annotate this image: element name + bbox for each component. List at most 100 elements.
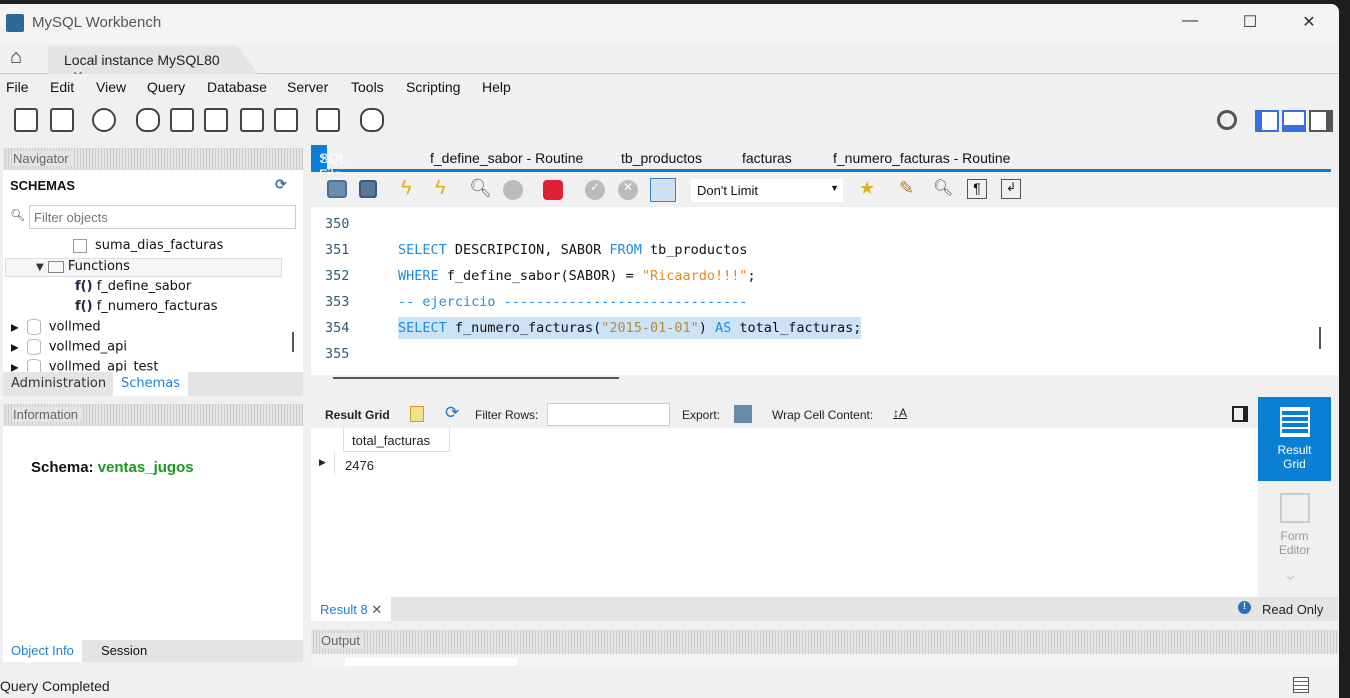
filter-objects-input[interactable] xyxy=(29,205,296,229)
wrap-cell-icon[interactable]: ↕A xyxy=(893,406,907,420)
reconnect-icon[interactable] xyxy=(360,108,384,132)
tab-administration[interactable]: Administration xyxy=(11,376,106,391)
output-toggle-icon[interactable] xyxy=(1293,677,1309,693)
menu-scripting[interactable]: Scripting xyxy=(406,79,460,95)
toggle-output-icon[interactable] xyxy=(1282,110,1306,132)
rollback-icon[interactable]: ✕ xyxy=(618,180,638,200)
close-button[interactable]: ✕ xyxy=(1294,12,1324,32)
menu-edit[interactable]: Edit xyxy=(50,79,74,95)
filter-rows-input[interactable] xyxy=(547,403,670,426)
form-editor-side-button[interactable]: Form Editor xyxy=(1258,489,1331,559)
navigator-header: Navigator xyxy=(3,148,303,170)
tab-routine-define-sabor[interactable]: f_define_sabor - Routine xyxy=(430,150,583,166)
export-label: Export: xyxy=(682,408,721,422)
beautify-icon[interactable]: ✎ xyxy=(899,178,914,199)
toggle-panel-icon[interactable] xyxy=(1232,406,1248,422)
tree-item-functions[interactable]: ▼ Functions xyxy=(5,258,282,277)
scroll-down-icon[interactable]: ⌄ xyxy=(1283,564,1298,585)
wrap-cell-label: Wrap Cell Content: xyxy=(772,408,874,422)
commit-icon[interactable]: ✓ xyxy=(585,180,605,200)
code-comment: -- ejercicio ---------------------------… xyxy=(398,294,748,310)
refresh-icon[interactable]: ⟳ xyxy=(445,403,459,423)
create-procedure-icon[interactable] xyxy=(240,108,264,132)
tree-item-function[interactable]: f() f_numero_facturas xyxy=(75,299,218,314)
minimize-button[interactable]: — xyxy=(1175,12,1205,30)
editor-tabs: SQL File 7* ✕ f_define_sabor - Routine t… xyxy=(311,145,1331,198)
maximize-button[interactable]: ☐ xyxy=(1235,12,1265,32)
create-schema-icon[interactable] xyxy=(136,108,160,132)
inspector-icon[interactable] xyxy=(92,108,116,132)
result-grid-side-button[interactable]: Result Grid xyxy=(1258,397,1331,481)
toggle-error-icon[interactable] xyxy=(543,180,563,200)
create-function-icon[interactable] xyxy=(274,108,298,132)
editor-vscrollbar[interactable] xyxy=(1319,327,1321,349)
tab-sql-file[interactable]: SQL File 7* ✕ xyxy=(311,145,347,198)
tab-routine-numero-facturas[interactable]: f_numero_facturas - Routine xyxy=(833,150,1010,166)
menu-file[interactable]: File xyxy=(6,79,29,95)
close-icon[interactable]: ✕ xyxy=(319,150,331,167)
output-header: Output xyxy=(311,630,1338,654)
wrap-lines-icon[interactable]: ↲ xyxy=(1001,179,1021,199)
tree-item-procedure[interactable]: suma_dias_facturas xyxy=(73,238,223,253)
menu-help[interactable]: Help xyxy=(482,79,511,95)
menu-database[interactable]: Database xyxy=(207,79,267,95)
connection-tab[interactable]: Local instance MySQL80 ✕ xyxy=(48,46,258,74)
tab-session[interactable]: Session xyxy=(101,643,147,658)
tab-tb-productos[interactable]: tb_productos xyxy=(621,150,702,166)
refresh-icon[interactable]: ⟳ xyxy=(275,176,287,193)
sql-editor[interactable]: 350 351 352 353 354 355 SELECT DESCRIPCI… xyxy=(311,207,1338,375)
info-icon: ! xyxy=(1238,601,1251,614)
tree-item-schema[interactable]: ▶ vollmed_api xyxy=(11,339,127,355)
settings-icon[interactable] xyxy=(1217,110,1237,130)
tab-object-info[interactable]: Object Info xyxy=(3,640,82,662)
close-icon[interactable]: ✕ xyxy=(371,602,382,617)
explain-icon[interactable]: 🔍︎ xyxy=(469,178,492,199)
menu-view[interactable]: View xyxy=(96,79,126,95)
table-cell[interactable]: 2476 xyxy=(345,458,374,473)
open-file-icon[interactable] xyxy=(327,180,347,198)
output-select[interactable] xyxy=(345,658,517,666)
result-grid: total_facturas ▶ 2476 xyxy=(311,428,1258,601)
invisible-chars-icon[interactable]: ¶ xyxy=(967,179,987,199)
grid-icon[interactable] xyxy=(410,406,424,422)
tree-item-function[interactable]: f() f_define_sabor xyxy=(75,279,191,294)
tab-schemas[interactable]: Schemas xyxy=(113,372,189,396)
open-sql-script-icon[interactable] xyxy=(50,108,74,132)
limit-select[interactable]: Don't Limit ▼ xyxy=(691,179,843,202)
menu-query[interactable]: Query xyxy=(147,79,185,95)
information-header: Information xyxy=(3,404,303,426)
toggle-secondary-sidebar-icon[interactable] xyxy=(1309,110,1333,132)
create-table-icon[interactable] xyxy=(170,108,194,132)
column-header[interactable]: total_facturas xyxy=(343,428,450,452)
menu-server[interactable]: Server xyxy=(287,79,328,95)
execute-icon[interactable]: ϟ xyxy=(401,177,412,200)
home-icon[interactable]: ⌂ xyxy=(10,46,22,69)
code-line: SELECT DESCRIPCION, SABOR FROM tb_produc… xyxy=(398,242,748,258)
line-number: 351 xyxy=(325,242,350,258)
create-view-icon[interactable] xyxy=(204,108,228,132)
export-icon[interactable] xyxy=(734,405,752,423)
expanded-arrow-icon: ▼ xyxy=(36,262,44,273)
search-table-data-icon[interactable] xyxy=(316,108,340,132)
editor-toolbar: ϟ ϟ 🔍︎ ✓ ✕ Don't Limit ▼ ★ ✎ 🔍︎ ¶ ↲ xyxy=(311,174,1331,206)
editor-hscrollbar[interactable] xyxy=(333,377,619,379)
toggle-sidebar-icon[interactable] xyxy=(1255,110,1279,132)
execute-current-icon[interactable]: ϟ xyxy=(435,177,446,200)
result-grid-label: Result Grid xyxy=(325,408,390,422)
menu-tools[interactable]: Tools xyxy=(351,79,384,95)
save-icon[interactable] xyxy=(359,180,377,198)
tab-result[interactable]: Result 8 ✕ xyxy=(311,597,392,621)
connection-tabs: ⌂ Local instance MySQL80 ✕ xyxy=(0,44,1339,74)
row-selector-icon[interactable]: ▶ xyxy=(311,452,335,475)
new-sql-tab-icon[interactable] xyxy=(14,108,38,132)
function-icon: f() xyxy=(75,279,93,294)
tree-item-schema[interactable]: ▶ vollmed xyxy=(11,319,101,335)
add-snippet-icon[interactable]: ★ xyxy=(859,178,875,199)
autocommit-toggle-icon[interactable] xyxy=(650,178,676,202)
line-number: 353 xyxy=(325,294,350,310)
tab-facturas[interactable]: facturas xyxy=(742,150,792,166)
tree-scrollbar[interactable] xyxy=(292,332,294,352)
find-icon[interactable]: 🔍︎ xyxy=(933,178,953,198)
stop-icon[interactable] xyxy=(503,180,523,200)
schemas-label: SCHEMAS xyxy=(10,178,76,193)
